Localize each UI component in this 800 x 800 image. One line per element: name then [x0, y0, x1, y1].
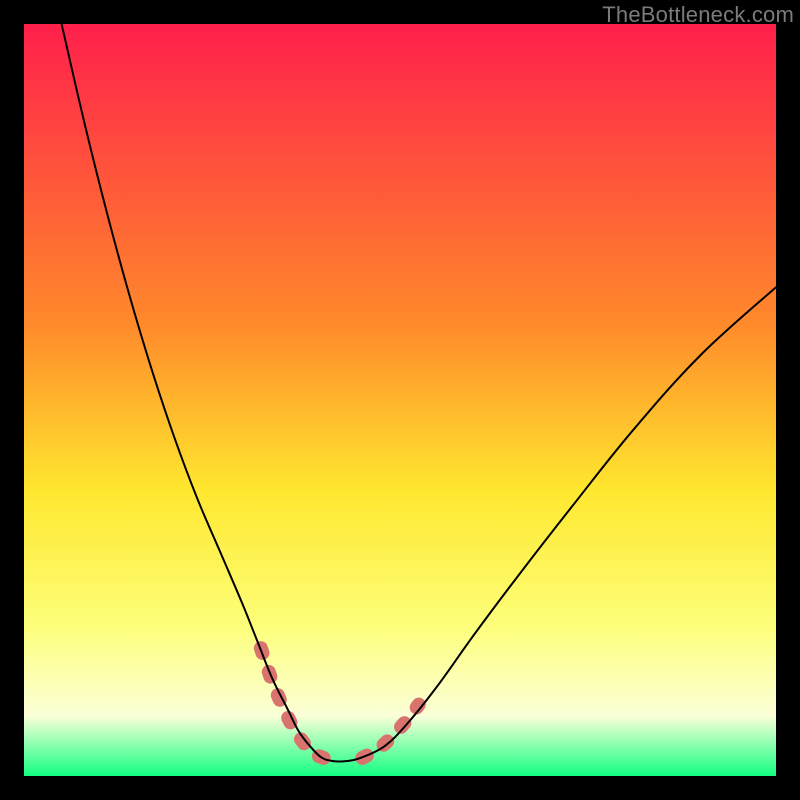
chart-svg	[24, 24, 776, 776]
chart-frame	[24, 24, 776, 776]
chart-background	[24, 24, 776, 776]
